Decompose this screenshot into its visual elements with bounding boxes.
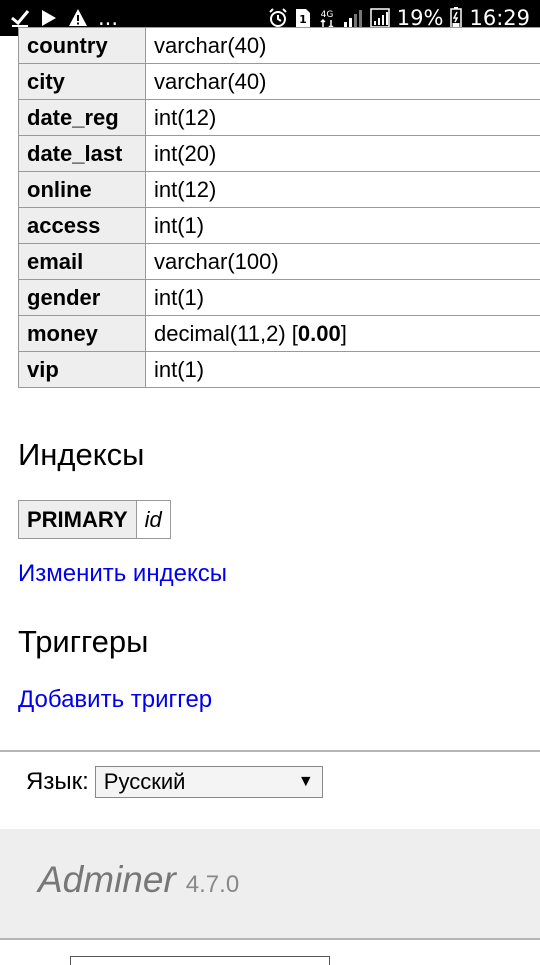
field-type: int(1) <box>146 208 540 244</box>
field-name: date_last <box>19 136 146 172</box>
brand: Adminer 4.7.0 <box>38 859 239 901</box>
battery-icon <box>450 7 462 29</box>
alter-indexes-link[interactable]: Изменить индексы <box>18 560 227 588</box>
alarm-icon <box>268 7 288 29</box>
language-form: Язык: Русский ▼ <box>26 766 323 798</box>
signal-icon <box>370 7 390 29</box>
dropdown-arrow-icon: ▼ <box>298 773 314 791</box>
play-icon <box>40 7 58 29</box>
field-name: date_reg <box>19 100 146 136</box>
field-name: vip <box>19 352 146 388</box>
signal-icon <box>343 7 363 29</box>
field-type: varchar(40) <box>146 64 540 100</box>
table-row: country varchar(40) <box>19 28 540 64</box>
field-type: int(12) <box>146 100 540 136</box>
default-prefix: [ <box>286 321 298 346</box>
table-row: vip int(1) <box>19 352 540 388</box>
field-name: city <box>19 64 146 100</box>
table-row: city varchar(40) <box>19 64 540 100</box>
field-type: int(1) <box>146 352 540 388</box>
table-row: email varchar(100) <box>19 244 540 280</box>
divider <box>0 938 540 940</box>
warning-icon <box>68 7 88 29</box>
version: 4.7.0 <box>186 871 239 899</box>
indexes-heading: Индексы <box>18 437 144 473</box>
footer: Adminer 4.7.0 <box>0 829 540 938</box>
table-row: date_last int(20) <box>19 136 540 172</box>
field-type: decimal(11,2) <box>154 321 286 346</box>
table-structure: country varchar(40) city varchar(40) dat… <box>18 27 540 388</box>
field-type: int(1) <box>146 280 540 316</box>
field-type: varchar(40) <box>146 28 540 64</box>
indexes-table: PRIMARY id <box>18 500 171 539</box>
default-suffix: ] <box>341 321 347 346</box>
triggers-heading: Триггеры <box>18 624 148 660</box>
field-name: online <box>19 172 146 208</box>
default-value: 0.00 <box>298 321 341 346</box>
language-selected-value: Русский <box>104 769 186 795</box>
index-column: id <box>136 501 170 539</box>
field-type: int(20) <box>146 136 540 172</box>
partial-element <box>70 956 330 965</box>
field-type: int(12) <box>146 172 540 208</box>
4g-icon: 4G <box>318 7 336 29</box>
field-name: email <box>19 244 146 280</box>
svg-text:4G: 4G <box>320 10 333 20</box>
field-name: money <box>19 316 146 352</box>
table-row: date_reg int(12) <box>19 100 540 136</box>
index-type: PRIMARY <box>19 501 137 539</box>
field-name: gender <box>19 280 146 316</box>
table-row: PRIMARY id <box>19 501 171 539</box>
field-name: access <box>19 208 146 244</box>
table-row: online int(12) <box>19 172 540 208</box>
table-row: gender int(1) <box>19 280 540 316</box>
check-icon <box>10 7 30 29</box>
field-type-with-default: decimal(11,2) [0.00] <box>146 316 540 352</box>
field-type: varchar(100) <box>146 244 540 280</box>
adminer-logo-link[interactable]: Adminer <box>38 859 176 901</box>
svg-text:1: 1 <box>299 13 307 26</box>
language-select[interactable]: Русский ▼ <box>95 766 323 798</box>
language-label: Язык: <box>26 768 89 796</box>
field-name: country <box>19 28 146 64</box>
sim-1-icon: 1 <box>295 7 311 29</box>
divider <box>0 750 540 752</box>
table-row: access int(1) <box>19 208 540 244</box>
table-row: money decimal(11,2) [0.00] <box>19 316 540 352</box>
add-trigger-link[interactable]: Добавить триггер <box>18 686 212 714</box>
